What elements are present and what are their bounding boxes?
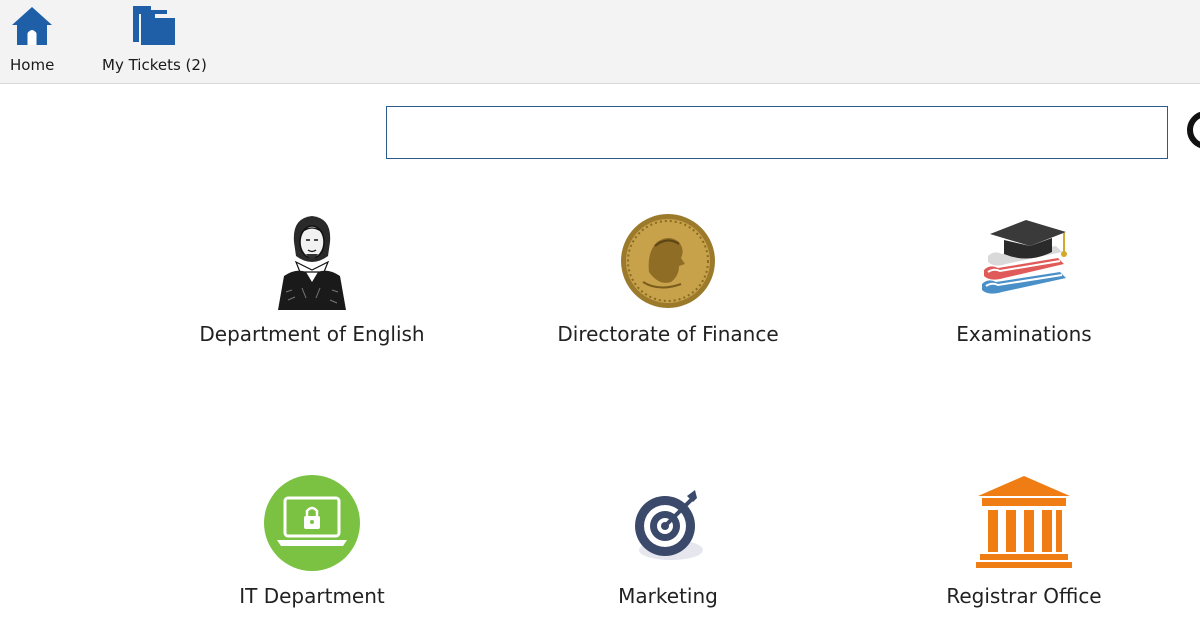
department-tile-marketing[interactable]: Marketing (518, 474, 818, 634)
home-icon (12, 7, 52, 45)
search-icon (1187, 111, 1200, 149)
search-input[interactable] (386, 106, 1168, 159)
my-tickets-button[interactable]: My Tickets (2) (100, 0, 212, 83)
top-toolbar: Home My Tickets (2) (0, 0, 1200, 84)
department-tile-it[interactable]: IT Department (162, 474, 462, 634)
folders-icon (133, 6, 175, 45)
department-tile-examinations[interactable]: Examinations (874, 212, 1174, 372)
graduation-cap-books-icon (982, 220, 1067, 294)
home-label: Home (10, 56, 55, 74)
target-icon (635, 490, 703, 560)
department-tile-english[interactable]: Department of English (162, 212, 462, 372)
home-button[interactable]: Home (6, 0, 60, 83)
gold-coin-icon (621, 214, 715, 308)
shakespeare-portrait-icon (278, 216, 346, 310)
department-label: Examinations (956, 322, 1092, 346)
my-tickets-label: My Tickets (2) (102, 56, 207, 74)
department-tile-finance[interactable]: Directorate of Finance (518, 212, 818, 372)
department-tile-registrar[interactable]: Registrar Office (874, 474, 1174, 634)
search-button[interactable] (1184, 108, 1200, 154)
department-label: Registrar Office (946, 584, 1102, 608)
department-label: Directorate of Finance (557, 322, 779, 346)
locked-laptop-icon (264, 475, 360, 571)
department-label: Marketing (618, 584, 718, 608)
department-label: Department of English (199, 322, 425, 346)
department-label: IT Department (239, 584, 385, 608)
courthouse-icon (976, 476, 1072, 568)
